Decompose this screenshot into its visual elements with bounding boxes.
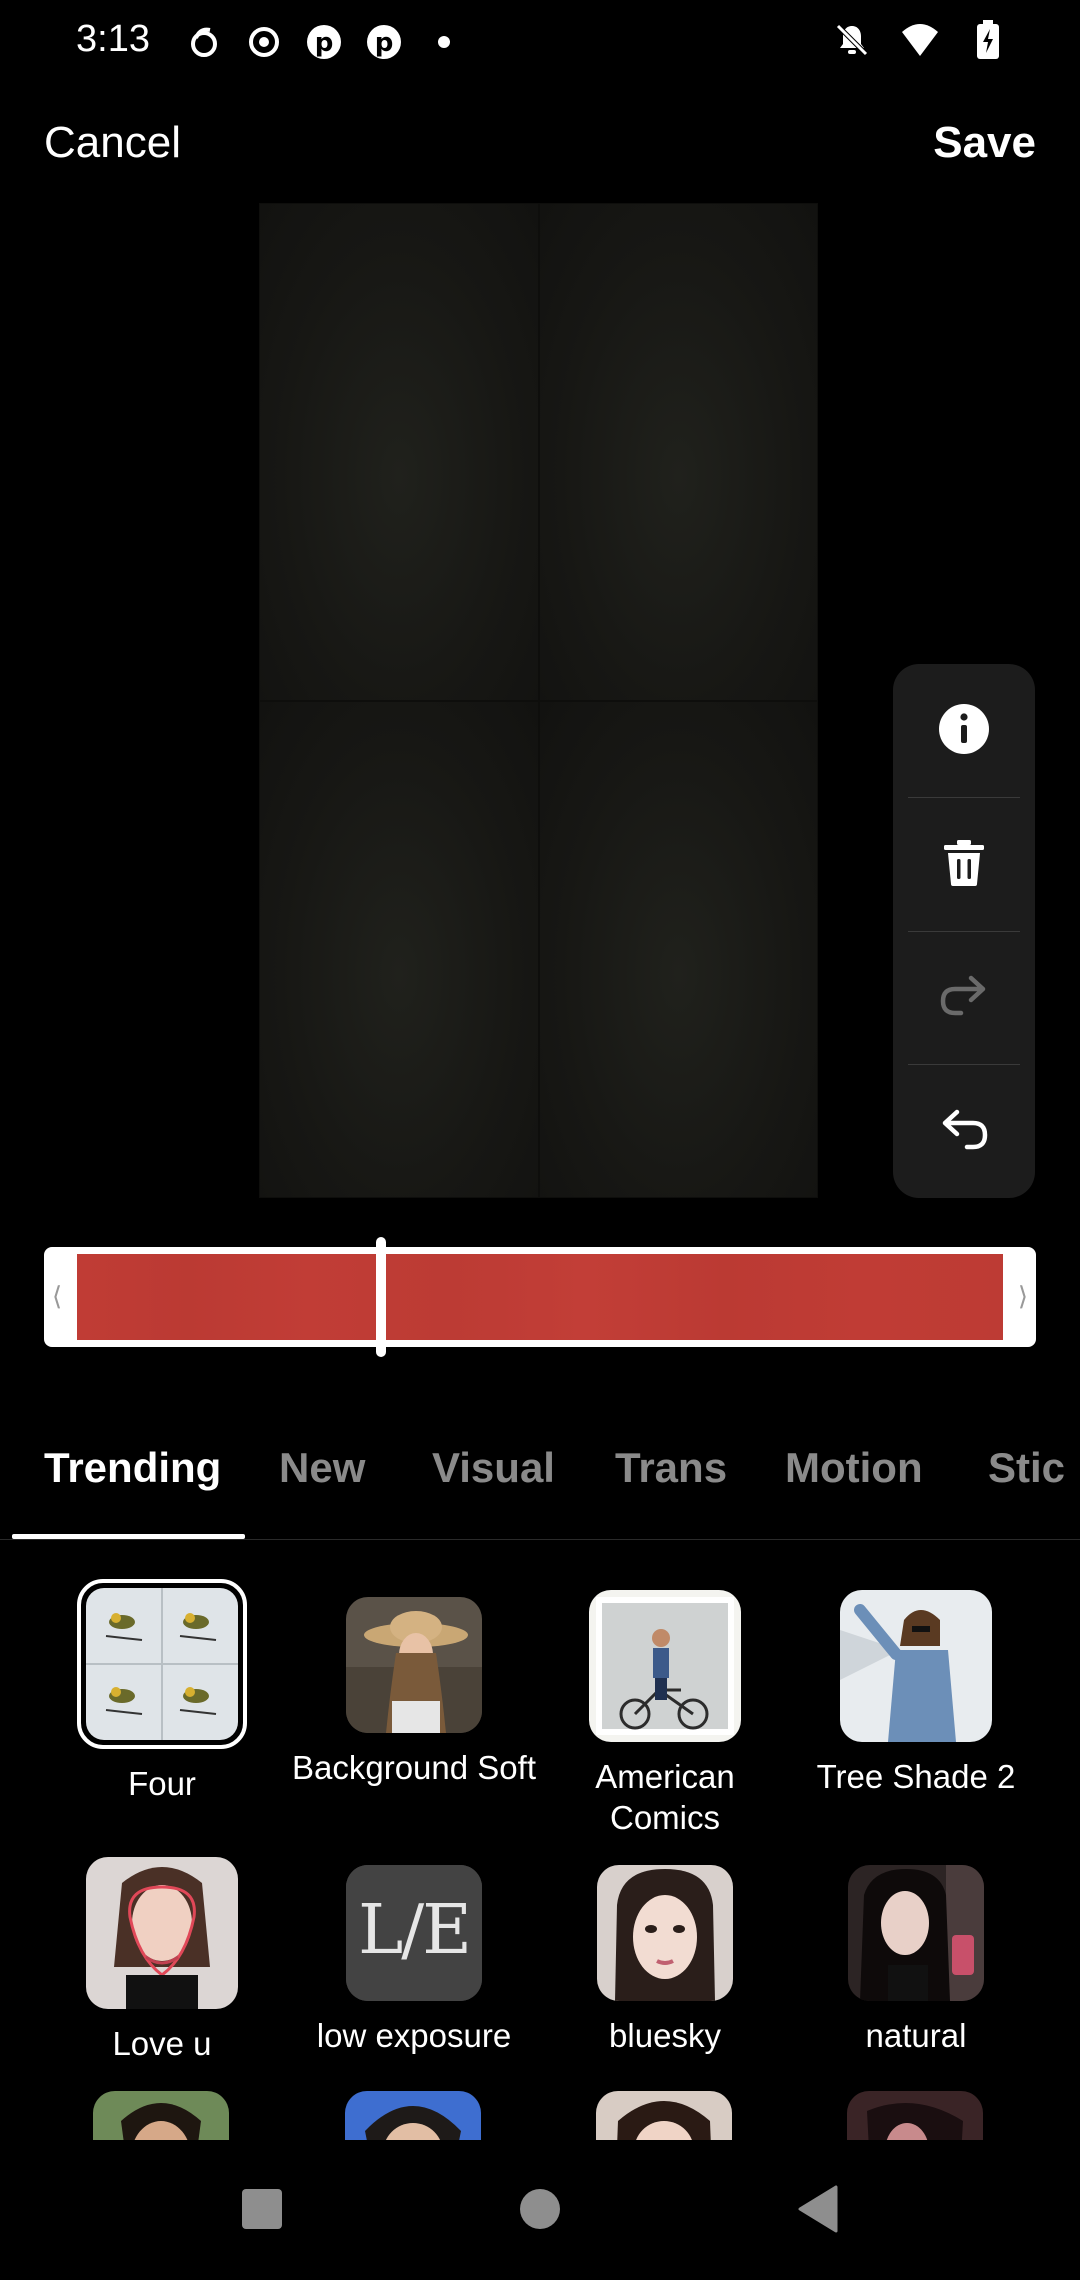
- system-icons: [832, 20, 1008, 60]
- circle-icon: [518, 2187, 562, 2234]
- preview-quadrant: [259, 203, 539, 701]
- effect-label: natural: [865, 2017, 967, 2054]
- triangle-back-icon: [796, 2185, 840, 2236]
- active-tab-indicator: [12, 1534, 245, 1539]
- effect-american-comics[interactable]: American Comics: [540, 1590, 790, 1838]
- effect-label: bluesky: [609, 2017, 721, 2054]
- preview-quadrant: [538, 203, 818, 701]
- effect-bluesky[interactable]: bluesky: [540, 1865, 790, 2056]
- effect-natural[interactable]: natural: [791, 1865, 1041, 2056]
- effect-background-soft[interactable]: Background Soft: [289, 1597, 539, 1788]
- timeline-clip[interactable]: [77, 1254, 1003, 1340]
- notification-icons: p p: [184, 22, 464, 62]
- trim-handle-right[interactable]: ⟩: [1018, 1281, 1028, 1312]
- undo-icon: [939, 1109, 989, 1154]
- wifi-icon: [900, 20, 940, 60]
- effect-label: Background Soft: [292, 1749, 536, 1786]
- effect-label: low exposure: [316, 2017, 512, 2054]
- timeline[interactable]: ⟨ ⟩: [44, 1237, 1036, 1357]
- pinterest-icon: p: [364, 22, 404, 62]
- info-icon: [938, 703, 990, 758]
- redo-icon: [939, 975, 989, 1020]
- effect-thumbnail: [848, 1865, 984, 2001]
- effect-low-exposure[interactable]: L/E low exposure: [289, 1865, 539, 2056]
- app-notification-icon: [184, 22, 224, 62]
- playhead[interactable]: [376, 1237, 386, 1357]
- more-notifications-dot-icon: [424, 22, 464, 62]
- delete-button[interactable]: [893, 798, 1035, 931]
- tab-new[interactable]: New: [279, 1444, 365, 1492]
- effect-category-tabs: Trending New Visual Trans Motion Stic: [0, 1420, 1080, 1540]
- redo-button[interactable]: [893, 932, 1035, 1065]
- effect-four[interactable]: Four: [37, 1579, 287, 1804]
- record-icon: [244, 22, 284, 62]
- status-time: 3:13: [76, 18, 150, 60]
- tab-stickers[interactable]: Stic: [988, 1444, 1065, 1492]
- effect-thumbnail: L/E: [346, 1865, 482, 2001]
- tab-trending[interactable]: Trending: [44, 1444, 221, 1492]
- effect-love-u[interactable]: Love u: [37, 1857, 287, 2064]
- battery-charging-icon: [968, 20, 1008, 60]
- preview-quadrant: [538, 700, 818, 1198]
- undo-button[interactable]: [893, 1065, 1035, 1198]
- video-preview[interactable]: [259, 203, 818, 1198]
- effect-thumbnail: [86, 1588, 238, 1740]
- square-icon: [240, 2187, 284, 2234]
- system-navigation-bar: [0, 2140, 1080, 2280]
- effect-thumbnail: [86, 1857, 238, 2009]
- effect-label: Four: [128, 1765, 196, 1802]
- tab-motion[interactable]: Motion: [785, 1444, 923, 1492]
- tab-visual[interactable]: Visual: [432, 1444, 555, 1492]
- trim-handle-left[interactable]: ⟨: [52, 1281, 62, 1312]
- effect-tree-shade-2[interactable]: Tree Shade 2: [791, 1590, 1041, 1797]
- selected-frame: [77, 1579, 247, 1749]
- svg-text:p: p: [315, 28, 334, 58]
- effects-grid: Four Background Soft American Comics Tre…: [0, 1575, 1080, 2150]
- info-button[interactable]: [893, 664, 1035, 797]
- home-button[interactable]: [510, 2180, 570, 2240]
- effect-label: Love u: [112, 2025, 212, 2062]
- trash-icon: [944, 839, 984, 889]
- preview-quadrant: [259, 700, 539, 1198]
- svg-text:p: p: [375, 28, 394, 58]
- cancel-button[interactable]: Cancel: [44, 118, 181, 168]
- bell-off-icon: [832, 20, 872, 60]
- effect-thumbnail: [589, 1590, 741, 1742]
- recents-button[interactable]: [232, 2180, 292, 2240]
- effect-label: Tree Shade 2: [816, 1758, 1016, 1795]
- save-button[interactable]: Save: [933, 118, 1036, 168]
- effect-label: American Comics: [595, 1758, 735, 1836]
- effect-thumbnail: [597, 1865, 733, 2001]
- status-bar: 3:13 p p: [0, 0, 1080, 84]
- tab-trans[interactable]: Trans: [615, 1444, 727, 1492]
- back-button[interactable]: [788, 2180, 848, 2240]
- effect-thumbnail: [840, 1590, 992, 1742]
- pinterest-icon: p: [304, 22, 344, 62]
- side-toolbar: [893, 664, 1035, 1198]
- low-exposure-logo: L/E: [358, 1891, 472, 1970]
- effect-thumbnail: [346, 1597, 482, 1733]
